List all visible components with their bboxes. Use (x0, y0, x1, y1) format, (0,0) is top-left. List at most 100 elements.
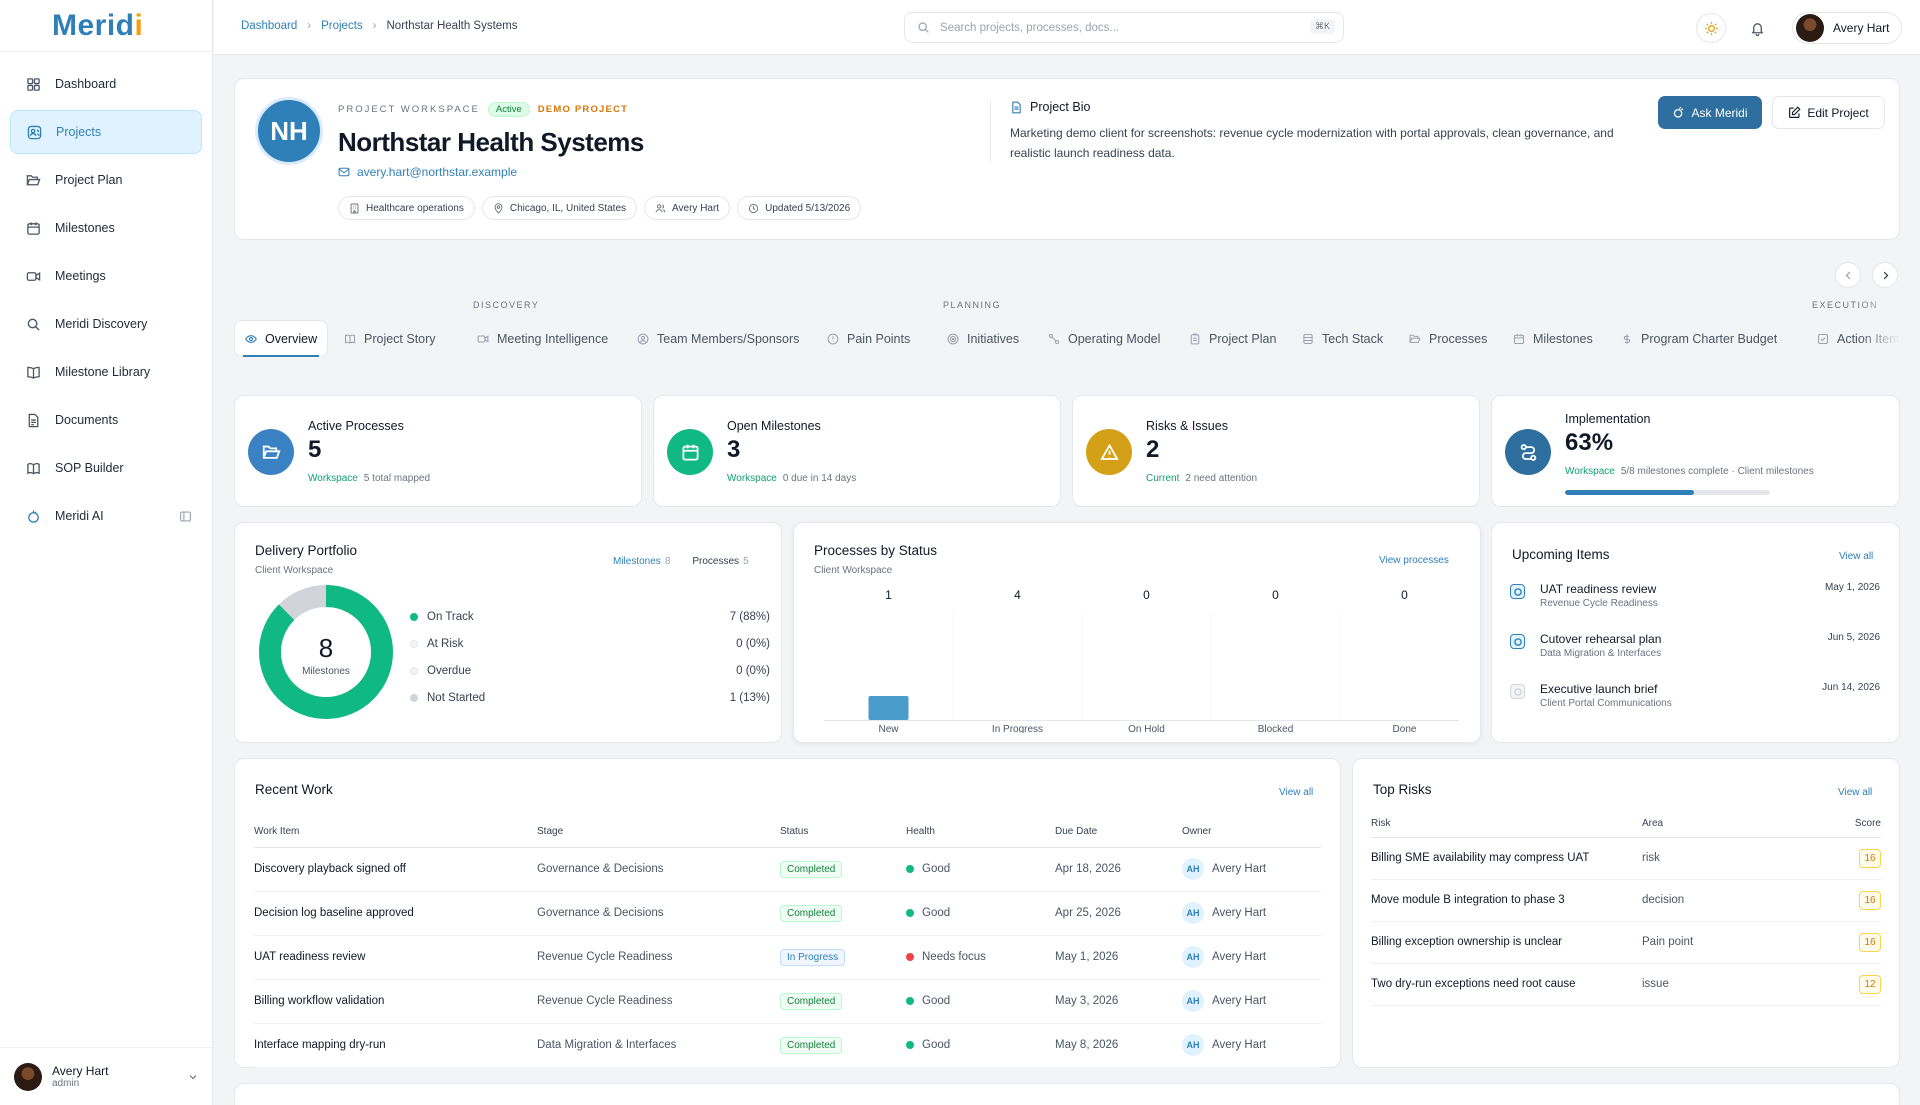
notifications-button[interactable] (1742, 13, 1772, 43)
column-header[interactable]: Health (906, 817, 1055, 848)
upcoming-view-all-link[interactable]: View all (1839, 551, 1873, 562)
sidebar-item-documents[interactable]: Documents (10, 398, 202, 442)
check-square-icon (1817, 333, 1829, 345)
sidebar-item-project-plan[interactable]: Project Plan (10, 158, 202, 202)
sidebar-nav: Dashboard Projects Project Plan Mileston… (0, 52, 212, 552)
kpi-card-risks-issues[interactable]: Risks & Issues 2 Current 2 need attention (1072, 395, 1480, 507)
tab-tech-stack[interactable]: Tech Stack (1302, 320, 1383, 357)
panel-toggle-icon[interactable] (179, 510, 192, 523)
risk-score-badge: 16 (1859, 932, 1881, 952)
tab-pain-points[interactable]: Pain Points (827, 320, 910, 357)
tab-processes[interactable]: Processes (1409, 320, 1487, 357)
kpi-card-open-milestones[interactable]: Open Milestones 3 Workspace 0 due in 14 d… (653, 395, 1061, 507)
health-dot (906, 908, 914, 917)
column-header[interactable]: Due Date (1055, 817, 1182, 848)
table-row[interactable]: Discovery playback signed off Governance … (254, 847, 1321, 892)
breadcrumb-projects[interactable]: Projects (321, 20, 363, 32)
owner-name: Avery Hart (1212, 1039, 1267, 1051)
table-row[interactable]: Billing SME availability may compress UA… (1371, 837, 1881, 880)
column-header[interactable]: Status (780, 817, 906, 848)
tab-operating-model[interactable]: Operating Model (1048, 320, 1160, 357)
meridi-logo[interactable]: Merid i (0, 0, 212, 52)
portfolio-tab-processes[interactable]: Processes 5 (692, 556, 748, 567)
kpi-card-active-processes[interactable]: Active Processes 5 Workspace 5 total mapp… (234, 395, 642, 507)
work-item-cell[interactable]: Interface mapping dry-run (254, 1023, 537, 1068)
tabs-scroll-left-button[interactable] (1835, 262, 1861, 288)
sidebar-item-dashboard[interactable]: Dashboard (10, 62, 202, 106)
score-cell: 16 (1822, 921, 1881, 964)
table-row[interactable]: Move module B integration to phase 3 deci… (1371, 879, 1881, 922)
upcoming-title: Upcoming Items (1512, 547, 1610, 562)
clipboard-icon (1189, 333, 1201, 345)
search-input[interactable] (940, 21, 1280, 34)
risk-cell[interactable]: Billing exception ownership is unclear (1371, 921, 1642, 964)
table-row[interactable]: Decision log baseline approved Governance… (254, 891, 1321, 936)
upcoming-item[interactable]: UAT readiness review Revenue Cycle Readi… (1510, 582, 1880, 622)
area-cell: issue (1642, 963, 1822, 1006)
tab-project-story[interactable]: Project Story (344, 320, 436, 357)
upcoming-item[interactable]: Executive launch brief Client Portal Com… (1510, 682, 1880, 722)
sidebar-item-meetings[interactable]: Meetings (10, 254, 202, 298)
status-badge: Completed (780, 904, 843, 922)
legend-dot (410, 666, 418, 675)
theme-toggle-button[interactable] (1696, 13, 1726, 43)
tabs-scroll-right-button[interactable] (1872, 262, 1898, 288)
work-item-cell[interactable]: Discovery playback signed off (254, 847, 537, 892)
column-header[interactable]: Work Item (254, 817, 537, 848)
tab-meeting-intelligence[interactable]: Meeting Intelligence (477, 320, 608, 357)
global-search[interactable]: ⌘K (904, 12, 1344, 43)
column-header[interactable]: Stage (537, 817, 780, 848)
recent-work-view-all-link[interactable]: View all (1279, 787, 1313, 798)
tab-initiatives[interactable]: Initiatives (947, 320, 1019, 357)
upcoming-item[interactable]: Cutover rehearsal plan Data Migration & … (1510, 632, 1880, 672)
column-header[interactable]: Owner (1182, 817, 1321, 848)
portfolio-tab-milestones[interactable]: Milestones 8 (613, 556, 670, 567)
bar-value-label: 1 (885, 588, 892, 602)
risk-cell[interactable]: Billing SME availability may compress UA… (1371, 837, 1642, 880)
category-tick-label: New (878, 724, 899, 733)
sidebar-user-menu[interactable]: Avery Hart admin (0, 1047, 213, 1105)
table-row[interactable]: UAT readiness review Revenue Cycle Readin… (254, 935, 1321, 980)
project-avatar: NH (255, 97, 323, 165)
bar[interactable] (868, 696, 909, 720)
kpi-scope-tag: Workspace (308, 473, 358, 484)
sidebar-item-milestones[interactable]: Milestones (10, 206, 202, 250)
edit-project-button[interactable]: Edit Project (1772, 96, 1885, 129)
tab-project-plan[interactable]: Project Plan (1189, 320, 1276, 357)
chevron-right-icon (1880, 270, 1891, 281)
tab-program-charter-budget[interactable]: Program Charter Budget (1621, 320, 1777, 357)
work-item-cell[interactable]: UAT readiness review (254, 935, 537, 980)
ask-meridi-button[interactable]: Ask Meridi (1658, 96, 1762, 129)
eye-icon (245, 333, 257, 345)
risk-cell[interactable]: Two dry-run exceptions need root cause (1371, 963, 1642, 1006)
top-risks-view-all-link[interactable]: View all (1838, 787, 1872, 798)
breadcrumb: Dashboard › Projects › Northstar Health … (241, 20, 518, 32)
sidebar-item-label: Milestone Library (55, 365, 151, 379)
view-processes-link[interactable]: View processes (1379, 555, 1449, 566)
tab-overview[interactable]: Overview (234, 320, 329, 357)
breadcrumb-dashboard[interactable]: Dashboard (241, 20, 297, 32)
work-item-cell[interactable]: Decision log baseline approved (254, 891, 537, 936)
tab-milestones[interactable]: Milestones (1513, 320, 1593, 357)
table-row[interactable]: Interface mapping dry-run Data Migration … (254, 1023, 1321, 1068)
topbar: Dashboard › Projects › Northstar Health … (214, 0, 1920, 55)
sidebar-item-meridi-ai[interactable]: Meridi AI (10, 494, 202, 538)
table-row[interactable]: Billing workflow validation Revenue Cycle… (254, 979, 1321, 1024)
project-email-link[interactable]: avery.hart@northstar.example (338, 165, 517, 179)
sidebar-item-projects[interactable]: Projects (10, 110, 202, 154)
table-row[interactable]: Billing exception ownership is unclear Pa… (1371, 921, 1881, 964)
sidebar-item-meridi-discovery[interactable]: Meridi Discovery (10, 302, 202, 346)
kpi-scope-tag: Workspace (727, 473, 777, 484)
upcoming-item-subtitle: Data Migration & Interfaces (1540, 648, 1662, 659)
tab-team-members-sponsors[interactable]: Team Members/Sponsors (637, 320, 799, 357)
kpi-card-implementation[interactable]: Implementation 63% Workspace 5/8 mileston… (1491, 395, 1900, 507)
work-item-cell[interactable]: Billing workflow validation (254, 979, 537, 1024)
user-menu[interactable]: Avery Hart (1792, 12, 1903, 44)
sidebar-item-sop-builder[interactable]: SOP Builder (10, 446, 202, 490)
table-row[interactable]: Two dry-run exceptions need root cause is… (1371, 963, 1881, 1006)
risk-score-badge: 12 (1859, 974, 1881, 994)
risk-cell[interactable]: Move module B integration to phase 3 (1371, 879, 1642, 922)
score-cell: 16 (1822, 879, 1881, 922)
tab-label: Operating Model (1068, 331, 1161, 346)
sidebar-item-milestone-library[interactable]: Milestone Library (10, 350, 202, 394)
